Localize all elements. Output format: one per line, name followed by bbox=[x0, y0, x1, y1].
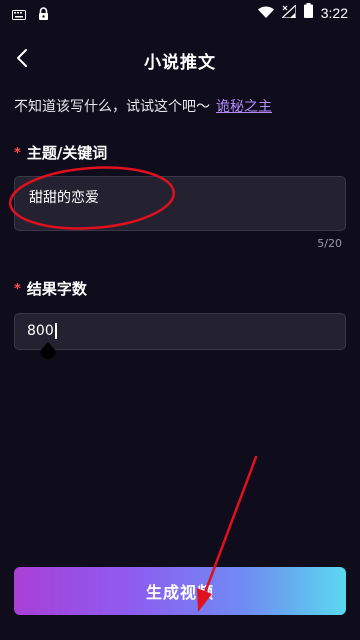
word-count-input[interactable]: 800 bbox=[14, 313, 346, 350]
topic-character-counter: 5/20 bbox=[317, 237, 342, 250]
wifi-icon bbox=[257, 3, 274, 22]
lock-icon bbox=[38, 5, 49, 24]
required-mark: * bbox=[14, 146, 21, 161]
word-count-input-value: 800 bbox=[27, 323, 54, 339]
word-count-field-label: * 结果字数 bbox=[14, 278, 87, 299]
topic-field-label: * 主题/关键词 bbox=[14, 142, 107, 163]
topic-label-text: 主题/关键词 bbox=[26, 144, 108, 162]
generate-video-button[interactable]: 生成视频 bbox=[14, 567, 346, 615]
hint-row: 不知道该写什么，试试这个吧～ 诡秘之主 bbox=[14, 96, 272, 116]
topic-textarea[interactable]: 甜甜的恋爱 bbox=[14, 176, 346, 231]
status-bar: 3:22 bbox=[0, 0, 360, 24]
generate-video-label: 生成视频 bbox=[145, 583, 214, 602]
text-caret bbox=[54, 323, 57, 339]
screen: 3:22 小说推文 不知道该写什么，试试这个吧～ 诡秘之主 * 主题/关键词 甜甜的… bbox=[0, 0, 360, 640]
battery-icon bbox=[303, 3, 313, 22]
topic-textarea-value: 甜甜的恋爱 bbox=[29, 190, 99, 206]
caret-handle-icon[interactable] bbox=[39, 342, 57, 364]
header: 小说推文 bbox=[0, 40, 360, 80]
page-title: 小说推文 bbox=[144, 53, 216, 73]
status-time: 3:22 bbox=[320, 4, 348, 21]
word-count-label-text: 结果字数 bbox=[26, 280, 87, 298]
signal-icon bbox=[280, 3, 297, 22]
required-mark: * bbox=[14, 282, 21, 297]
hint-suggestion-link[interactable]: 诡秘之主 bbox=[216, 99, 272, 115]
keyboard-icon bbox=[12, 5, 26, 24]
hint-text: 不知道该写什么，试试这个吧～ bbox=[14, 99, 210, 115]
